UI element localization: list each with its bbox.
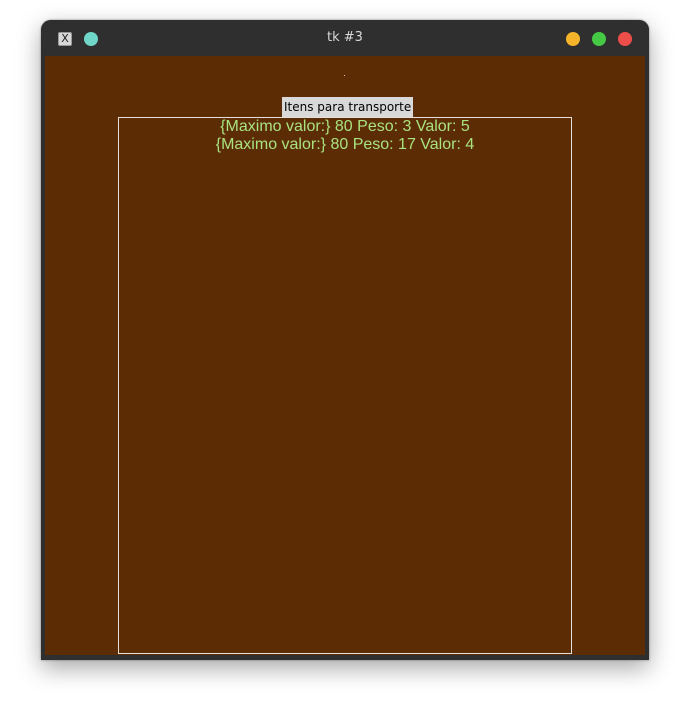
app-window: tk #3 X Itens para transporte {Maximo va… xyxy=(41,20,649,660)
list-item[interactable]: {Maximo valor:} 80 Peso: 17 Valor: 4 xyxy=(119,136,571,154)
window-title: tk #3 xyxy=(327,30,363,45)
window-content: Itens para transporte {Maximo valor:} 80… xyxy=(45,56,645,655)
x11-app-icon[interactable]: X xyxy=(58,32,72,46)
list-item[interactable]: {Maximo valor:} 80 Peso: 3 Valor: 5 xyxy=(119,118,571,136)
empty-label-dot xyxy=(344,75,345,76)
pin-button[interactable] xyxy=(84,32,98,46)
close-button[interactable] xyxy=(618,32,632,46)
minimize-button[interactable] xyxy=(566,32,580,46)
items-list-label: Itens para transporte xyxy=(282,97,414,117)
maximize-button[interactable] xyxy=(592,32,606,46)
title-bar[interactable]: tk #3 X xyxy=(41,20,649,56)
items-listbox[interactable]: {Maximo valor:} 80 Peso: 3 Valor: 5 {Max… xyxy=(118,117,572,654)
